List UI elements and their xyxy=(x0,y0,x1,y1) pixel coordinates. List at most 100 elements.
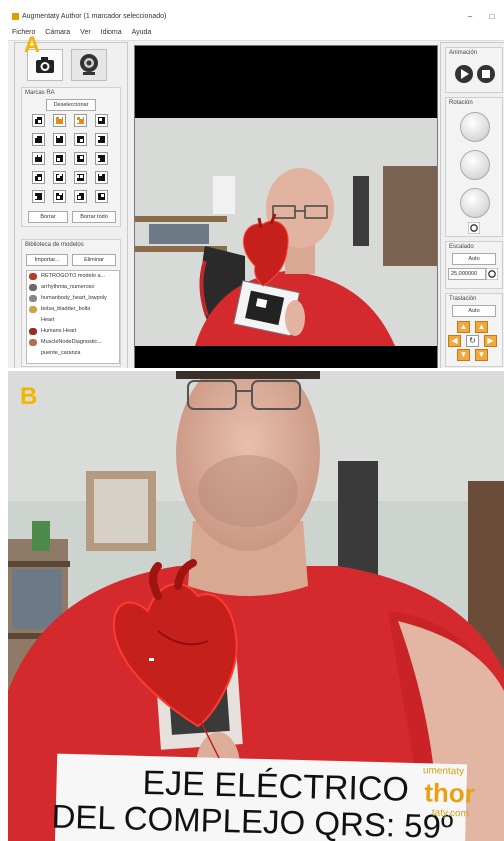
rotation-y-knob[interactable] xyxy=(460,150,490,180)
ar-marker-tile[interactable] xyxy=(53,171,66,184)
rotation-title: Rotación xyxy=(449,100,473,106)
marker-dot xyxy=(59,173,62,176)
marker-dot xyxy=(59,116,62,119)
ar-marker-tile[interactable] xyxy=(95,190,108,203)
stop-icon[interactable] xyxy=(476,64,496,84)
model-thumb-icon xyxy=(29,306,37,313)
window-title: Augmentaty Author (1 marcador selecciona… xyxy=(22,13,167,20)
ar-marker-tile[interactable] xyxy=(74,133,87,146)
model-item[interactable]: Heart xyxy=(27,315,119,326)
ar-marker-tile[interactable] xyxy=(74,152,87,165)
reset-scale-icon[interactable] xyxy=(486,268,498,280)
ar-marker-tile[interactable] xyxy=(95,171,108,184)
menu-help[interactable]: Ayuda xyxy=(128,26,156,36)
scale-auto-button[interactable]: Auto xyxy=(452,253,496,265)
ar-marker-tile[interactable] xyxy=(74,190,87,203)
ar-marker-tile[interactable] xyxy=(95,114,108,127)
model-thumb-icon xyxy=(29,295,37,302)
rotation-z-knob[interactable] xyxy=(460,188,490,218)
model-item[interactable]: humanbody_heart_lowpoly xyxy=(27,293,119,304)
deselect-button[interactable]: Deseleccionar xyxy=(46,99,96,111)
model-library-group: Biblioteca de modelos Importar... Elimin… xyxy=(21,239,121,367)
ar-marker-tile[interactable] xyxy=(32,114,45,127)
ar-marker-tile[interactable] xyxy=(32,190,45,203)
import-model-button[interactable]: Importar... xyxy=(26,254,68,266)
maximize-button[interactable]: □ xyxy=(486,11,498,23)
panel-b-photo: EJE ELÉCTRICO DEL COMPLEJO QRS: 59º umen… xyxy=(8,371,504,841)
marker-dot xyxy=(76,192,79,195)
marker-dot xyxy=(34,173,37,176)
marker-dot xyxy=(57,158,60,161)
rotation-x-knob[interactable] xyxy=(460,112,490,142)
move-down-left-button[interactable]: ▼ xyxy=(457,349,470,361)
ar-marker-tile[interactable] xyxy=(53,133,66,146)
ar-marker-tile[interactable] xyxy=(32,133,45,146)
model-thumb-icon xyxy=(29,317,37,324)
marker-dot xyxy=(101,194,104,197)
ar-marker-tile[interactable] xyxy=(32,152,45,165)
move-down-right-button[interactable]: ▼ xyxy=(475,349,488,361)
logo-text-1: umentaty xyxy=(422,765,465,778)
marker-dot xyxy=(97,137,100,140)
logo-text-3: taty.com xyxy=(431,807,470,820)
delete-model-button[interactable]: Eliminar xyxy=(72,254,116,266)
model-item[interactable]: arrhythmia_numeroso xyxy=(27,282,119,293)
ar-marker-tile[interactable] xyxy=(74,171,87,184)
marker-dot xyxy=(80,175,83,178)
ar-marker-tile[interactable] xyxy=(74,114,87,127)
model-item[interactable]: RETROGOTO modelo a... xyxy=(27,271,119,282)
qrs-axis-banner: EJE ELÉCTRICO DEL COMPLEJO QRS: 59º umen… xyxy=(51,753,475,841)
delete-all-markers-button[interactable]: Borrar todo xyxy=(72,211,116,223)
ar-markers-title: Marcas RA xyxy=(25,90,55,96)
webcam-feed-image xyxy=(135,46,437,368)
menu-camera[interactable]: Cámara xyxy=(41,26,74,36)
marker-dot xyxy=(34,196,37,199)
ar-marker-tile[interactable] xyxy=(53,152,66,165)
panel-b-label: B xyxy=(20,383,38,410)
model-item[interactable]: puente_caranza xyxy=(27,348,119,359)
model-item[interactable]: MuscleNodeDiagnostic... xyxy=(27,337,119,348)
reset-position-button[interactable]: ↻ xyxy=(466,335,479,347)
panel-a-app-window: Augmentaty Author (1 marcador selecciona… xyxy=(8,8,504,368)
scale-group: Escalado Auto 25,000000 xyxy=(445,241,503,289)
webcam-button[interactable] xyxy=(71,49,107,81)
marker-dot xyxy=(34,116,37,119)
translation-auto-button[interactable]: Auto xyxy=(452,305,496,317)
ar-marker-tile[interactable] xyxy=(32,171,45,184)
model-thumb-icon xyxy=(29,328,37,335)
move-up-right-button[interactable]: ▲ xyxy=(475,321,488,333)
move-right-button[interactable]: ▶ xyxy=(484,335,497,347)
move-up-left-button[interactable]: ▲ xyxy=(457,321,470,333)
model-item[interactable]: Humans Heart xyxy=(27,326,119,337)
minimize-button[interactable]: – xyxy=(464,11,476,23)
panel-a-label: A xyxy=(24,32,40,57)
marker-dot xyxy=(78,196,81,199)
move-left-button[interactable]: ◀ xyxy=(448,335,461,347)
marker-dot xyxy=(80,139,83,142)
translation-group: Traslación Auto ▲ ▲ ◀ ↻ ▶ ▼ ▼ xyxy=(445,293,503,367)
play-icon[interactable] xyxy=(454,64,474,84)
camera-viewport[interactable] xyxy=(134,45,438,368)
animation-group: Animación xyxy=(445,47,503,93)
model-thumb-icon xyxy=(29,273,37,280)
model-thumb-icon xyxy=(29,284,37,291)
menu-bar: Fichero Cámara Ver Idioma Ayuda xyxy=(8,26,504,41)
scale-value-input[interactable]: 25,000000 xyxy=(448,268,486,280)
model-item[interactable]: bolsa_bladder_bolla xyxy=(27,304,119,315)
reset-rotation-icon[interactable] xyxy=(468,222,480,234)
marker-dot xyxy=(34,135,37,138)
ar-marker-tile[interactable] xyxy=(53,190,66,203)
marker-dot xyxy=(99,118,102,121)
ar-marker-tile[interactable] xyxy=(53,114,66,127)
marker-dot xyxy=(97,158,100,161)
menu-view[interactable]: Ver xyxy=(76,26,95,36)
delete-marker-button[interactable]: Borrar xyxy=(28,211,68,223)
app-icon xyxy=(12,13,19,20)
ar-marker-tile[interactable] xyxy=(95,152,108,165)
menu-language[interactable]: Idioma xyxy=(97,26,126,36)
model-thumb-icon xyxy=(29,339,37,346)
marker-dot xyxy=(80,156,83,159)
ar-marker-tile[interactable] xyxy=(95,133,108,146)
marker-dot xyxy=(99,173,102,176)
marker-dot xyxy=(38,177,41,180)
